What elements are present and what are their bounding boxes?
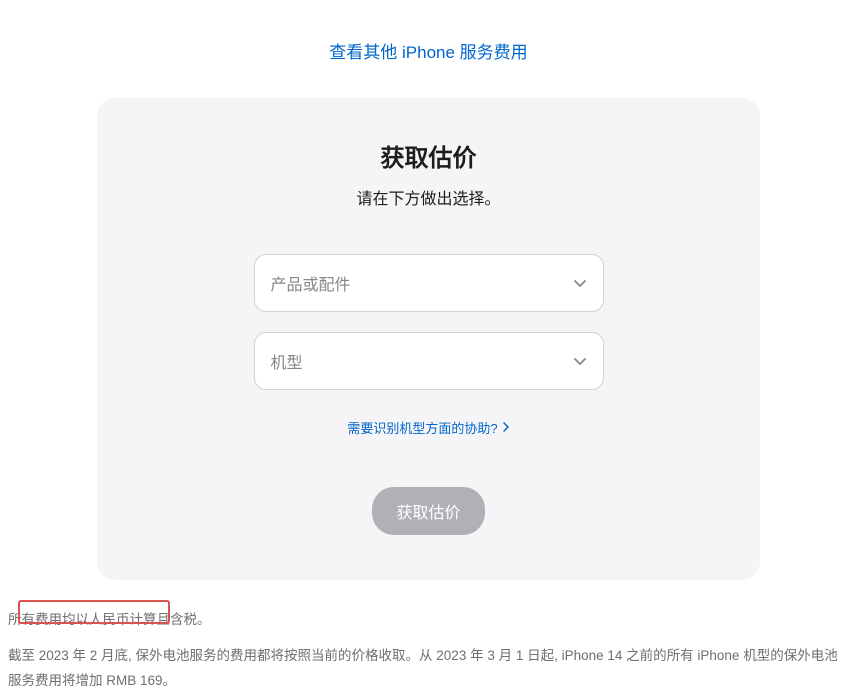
chevron-down-icon — [573, 354, 587, 368]
product-select[interactable]: 产品或配件 — [254, 254, 604, 312]
footnote-block: 所有费用均以人民币计算且含税。 截至 2023 年 2 月底, 保外电池服务的费… — [0, 580, 857, 693]
estimate-card: 获取估价 请在下方做出选择。 产品或配件 机型 需要识别机型方面的协助? 获取估… — [97, 98, 760, 580]
other-services-link[interactable]: 查看其他 iPhone 服务费用 — [329, 43, 527, 62]
get-estimate-button[interactable]: 获取估价 — [372, 487, 484, 535]
chevron-right-icon — [502, 420, 510, 435]
footnote-price-change: 截至 2023 年 2 月底, 保外电池服务的费用都将按照当前的价格收取。从 2… — [8, 644, 849, 693]
card-title: 获取估价 — [127, 138, 730, 173]
chevron-down-icon — [573, 276, 587, 290]
model-select[interactable]: 机型 — [254, 332, 604, 390]
card-subtitle: 请在下方做出选择。 — [127, 185, 730, 209]
model-select-placeholder: 机型 — [271, 349, 303, 373]
footnote-tax: 所有费用均以人民币计算且含税。 — [8, 608, 849, 632]
identify-model-help-link[interactable]: 需要识别机型方面的协助? — [347, 418, 509, 437]
help-link-text: 需要识别机型方面的协助? — [347, 418, 497, 437]
product-select-placeholder: 产品或配件 — [271, 271, 351, 295]
